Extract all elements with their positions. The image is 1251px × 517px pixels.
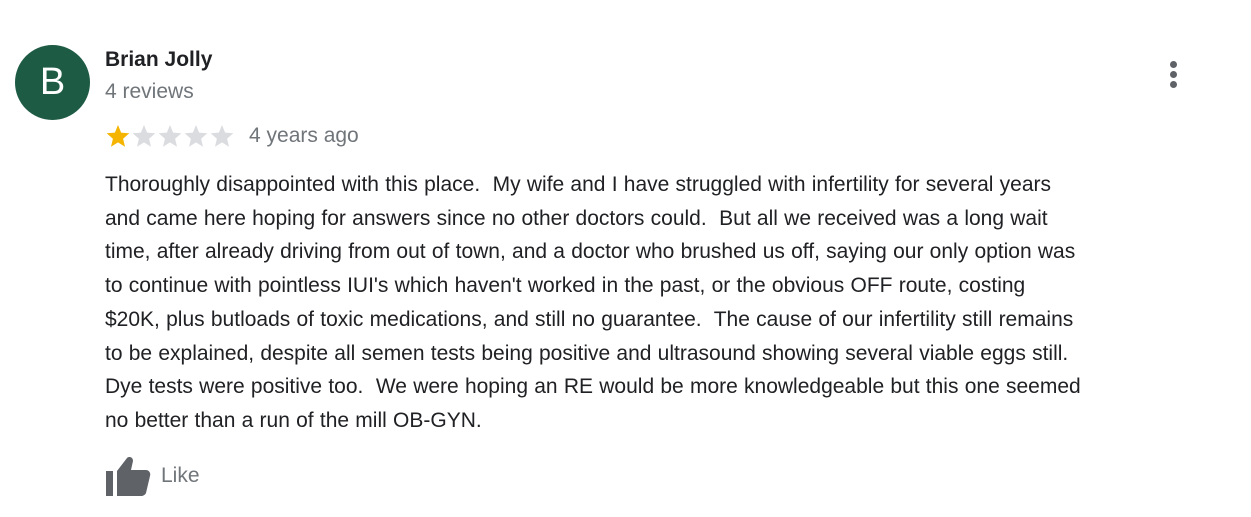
star-empty-icon <box>184 125 208 147</box>
avatar[interactable]: B <box>15 45 90 120</box>
review-time: 4 years ago <box>249 124 359 147</box>
like-button[interactable]: Like <box>105 454 200 498</box>
star-empty-icon <box>210 125 234 147</box>
review-card: B Brian Jolly 4 reviews 4 years ago Thor… <box>0 0 1251 517</box>
more-vert-icon-dot <box>1170 81 1177 88</box>
more-options-button[interactable] <box>1158 58 1190 92</box>
star-rating <box>105 122 235 150</box>
reviewer-name[interactable]: Brian Jolly <box>105 46 212 74</box>
star-empty-icon <box>132 125 156 147</box>
review-text: Thoroughly disappointed with this place.… <box>105 168 1241 438</box>
star-filled-icon <box>106 125 130 147</box>
review-text-line: to continue with pointless IUI's which h… <box>105 274 1026 298</box>
review-text-line: Dye tests were positive too. We were hop… <box>105 375 1081 399</box>
star-empty-icon <box>158 125 182 147</box>
more-vert-icon <box>1170 61 1177 68</box>
review-text-line: Thoroughly disappointed with this place.… <box>105 173 1052 196</box>
review-text-line: $20K, plus butloads of toxic medications… <box>105 307 1074 331</box>
more-vert-icon-dot <box>1170 71 1177 78</box>
like-label: Like <box>161 464 200 487</box>
review-text-line: time, after already driving from out of … <box>105 240 1076 264</box>
reviewer-review-count[interactable]: 4 reviews <box>105 78 194 106</box>
thumb-up-icon <box>106 457 151 496</box>
review-text-line: to be explained, despite all semen tests… <box>105 341 1069 365</box>
review-text-line: and came here hoping for answers since n… <box>105 206 1048 230</box>
review-text-line: no better than a run of the mill OB-GYN. <box>105 408 482 432</box>
